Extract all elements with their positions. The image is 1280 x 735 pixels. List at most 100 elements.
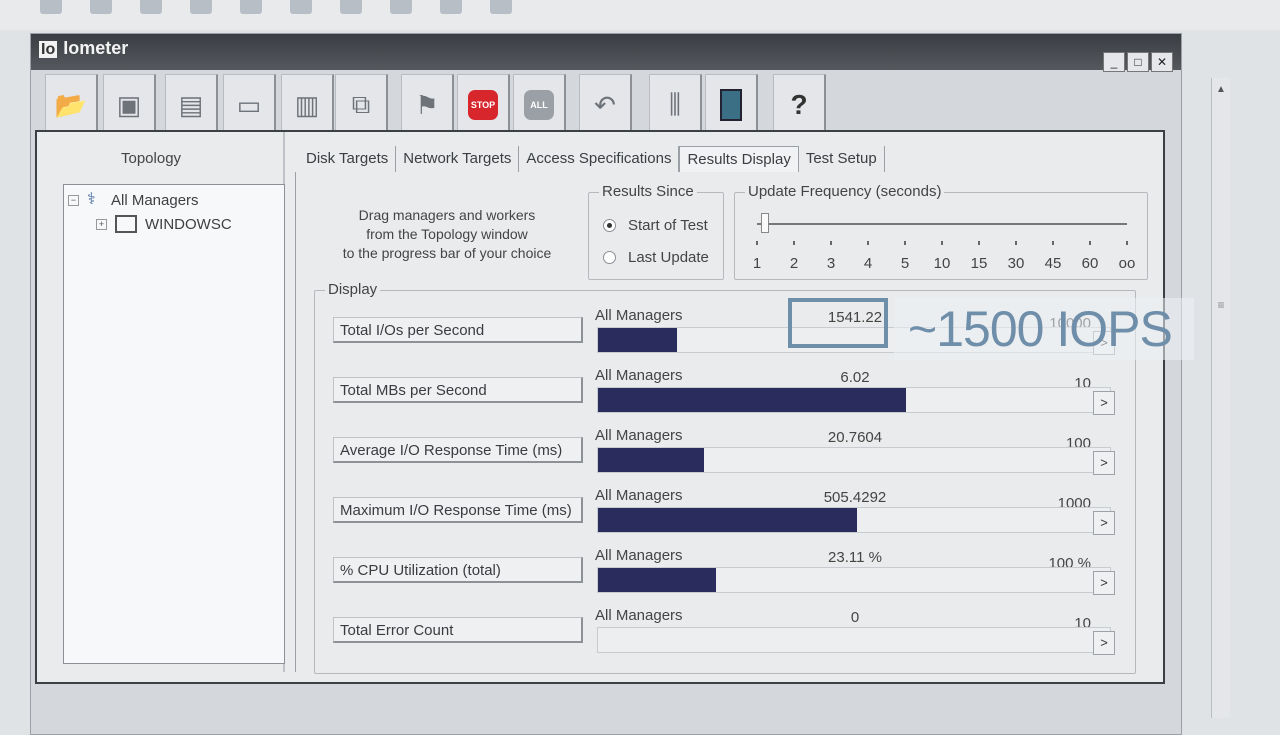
metric-select-button[interactable]: % CPU Utilization (total) — [333, 557, 583, 583]
stop-all-icon: ALL — [524, 90, 554, 120]
metric-bar-fill — [598, 328, 677, 352]
expand-icon[interactable]: + — [96, 218, 107, 230]
duplicate-icon: ▥ — [294, 89, 320, 120]
tick-label: 60 — [1081, 255, 1099, 272]
metric-source: All Managers — [595, 607, 683, 624]
exit-button[interactable] — [705, 74, 758, 137]
help-button[interactable]: ? — [773, 74, 826, 137]
scroll-grip-icon[interactable]: ≡ — [1214, 298, 1228, 312]
start-flag-icon: ⚑ — [415, 89, 439, 120]
metric-source: All Managers — [595, 427, 683, 444]
tick-label: oo — [1118, 255, 1136, 272]
tick-label: 10 — [933, 255, 951, 272]
play-icon — [140, 0, 162, 14]
new-manager-button[interactable]: ⫼ — [649, 74, 702, 137]
topology-tree[interactable]: − ⚕ All Managers + WINDOWSC — [63, 184, 285, 664]
metric-bar-track[interactable] — [597, 387, 1111, 413]
topology-title: Topology — [121, 150, 182, 167]
tab-test-setup[interactable]: Test Setup — [799, 146, 885, 174]
tool-icon — [440, 0, 462, 14]
stop-all-button[interactable]: ALL — [513, 74, 566, 137]
tick-mark — [941, 241, 943, 245]
metric-more-button[interactable]: > — [1093, 631, 1115, 655]
settings-icon — [490, 0, 512, 14]
frequency-slider-thumb[interactable] — [761, 213, 769, 233]
stop-sign-icon: STOP — [468, 90, 498, 120]
duplicate-worker-button[interactable]: ▥ — [281, 74, 334, 137]
tick-mark — [830, 241, 832, 245]
metric-select-button[interactable]: Total MBs per Second — [333, 377, 583, 403]
tab-disk-targets[interactable]: Disk Targets — [299, 146, 397, 174]
iops-highlight-box — [788, 298, 888, 348]
drag-instructions: Drag managers and workers from the Topol… — [342, 207, 552, 261]
new-network-worker-button[interactable]: ▭ — [223, 74, 276, 137]
minimize-button[interactable]: _ — [1103, 52, 1125, 72]
metric-bar-track[interactable] — [597, 447, 1111, 473]
metric-select-button[interactable]: Maximum I/O Response Time (ms) — [333, 497, 583, 523]
metric-value: 23.11 % — [828, 549, 882, 566]
disconnect-button[interactable]: ⧉ — [335, 74, 388, 137]
title-bar[interactable]: Io Iometer _ □ ✕ — [31, 34, 1181, 72]
iops-annotation: ~1500 IOPS — [908, 301, 1173, 357]
metric-bar-track[interactable] — [597, 627, 1111, 653]
start-tests-button[interactable]: ⚑ — [401, 74, 454, 137]
app-logo: Io — [39, 41, 58, 58]
paste-icon — [340, 0, 362, 14]
tree-item-all-managers[interactable]: − ⚕ All Managers — [68, 191, 199, 209]
save-config-button[interactable]: ▣ — [103, 74, 156, 137]
exit-door-icon — [720, 89, 742, 121]
radio-button[interactable] — [603, 251, 616, 264]
tick-mark — [756, 241, 758, 245]
scroll-up-icon[interactable]: ▲ — [1216, 84, 1226, 95]
metric-bar-track[interactable] — [597, 507, 1111, 533]
tree-item-windowsc[interactable]: + WINDOWSC — [96, 215, 232, 233]
refresh-icon — [190, 0, 212, 14]
reset-workers-button[interactable]: ↶ — [579, 74, 632, 137]
metric-select-button[interactable]: Average I/O Response Time (ms) — [333, 437, 583, 463]
metric-select-button[interactable]: Total Error Count — [333, 617, 583, 643]
radio-button[interactable] — [603, 219, 616, 232]
tick-mark — [867, 241, 869, 245]
update-frequency-legend: Update Frequency (seconds) — [745, 183, 945, 200]
new-disk-worker-button[interactable]: ▤ — [165, 74, 218, 137]
tick-mark — [904, 241, 906, 245]
metric-value: 6.02 — [840, 369, 870, 386]
copy-icon — [290, 0, 312, 14]
metric-bar-track[interactable] — [597, 567, 1111, 593]
tick-mark — [1052, 241, 1054, 245]
tick-label: 45 — [1044, 255, 1062, 272]
collapse-icon[interactable]: − — [68, 194, 79, 206]
metric-select-button[interactable]: Total I/Os per Second — [333, 317, 583, 343]
tick-mark — [1126, 241, 1128, 245]
main-toolbar: 📂 ▣ ▤ ▭ ▥ ⧉ ⚑ STOP ALL ↶ ⫼ ? — [45, 74, 845, 137]
tab-network-targets[interactable]: Network Targets — [396, 146, 520, 174]
tab-bar: Disk Targets Network Targets Access Spec… — [299, 146, 885, 175]
managers-tree-icon: ⚕ — [87, 191, 96, 208]
radio-last-update[interactable]: Last Update — [603, 249, 709, 266]
maximize-button[interactable]: □ — [1127, 52, 1149, 72]
window-controls: _ □ ✕ — [1103, 52, 1173, 72]
radio-start-of-test[interactable]: Start of Test — [603, 217, 708, 234]
close-button[interactable]: ✕ — [1151, 52, 1173, 72]
results-since-legend: Results Since — [599, 183, 697, 200]
tab-results-display[interactable]: Results Display — [679, 146, 799, 175]
frequency-slider-track[interactable] — [757, 223, 1127, 225]
metric-row: Average I/O Response Time (ms) All Manage… — [315, 411, 1135, 475]
iometer-window: Io Iometer _ □ ✕ 📂 ▣ ▤ ▭ ▥ ⧉ ⚑ STOP ALL ↶… — [30, 33, 1230, 735]
pause-icon — [90, 0, 112, 14]
window-title: Io Iometer — [39, 38, 129, 58]
tab-access-specifications[interactable]: Access Specifications — [519, 146, 680, 174]
edit-icon — [390, 0, 412, 14]
tree-item-label: WINDOWSC — [145, 215, 232, 233]
open-config-button[interactable]: 📂 — [45, 74, 98, 137]
metric-row: % CPU Utilization (total) All Managers 23.… — [315, 531, 1135, 595]
window-icon — [240, 0, 262, 14]
topology-panel: Topology − ⚕ All Managers + WINDOWSC — [37, 132, 285, 672]
tick-mark — [793, 241, 795, 245]
metric-bar-fill — [598, 568, 716, 592]
results-since-group: Results Since Start of Test Last Update — [588, 183, 724, 280]
stop-button[interactable]: STOP — [457, 74, 510, 137]
results-display-panel: Drag managers and workers from the Topol… — [295, 172, 1154, 674]
vertical-scrollbar[interactable]: ▲ ≡ — [1211, 78, 1230, 718]
undo-arrow-icon: ↶ — [594, 89, 616, 120]
